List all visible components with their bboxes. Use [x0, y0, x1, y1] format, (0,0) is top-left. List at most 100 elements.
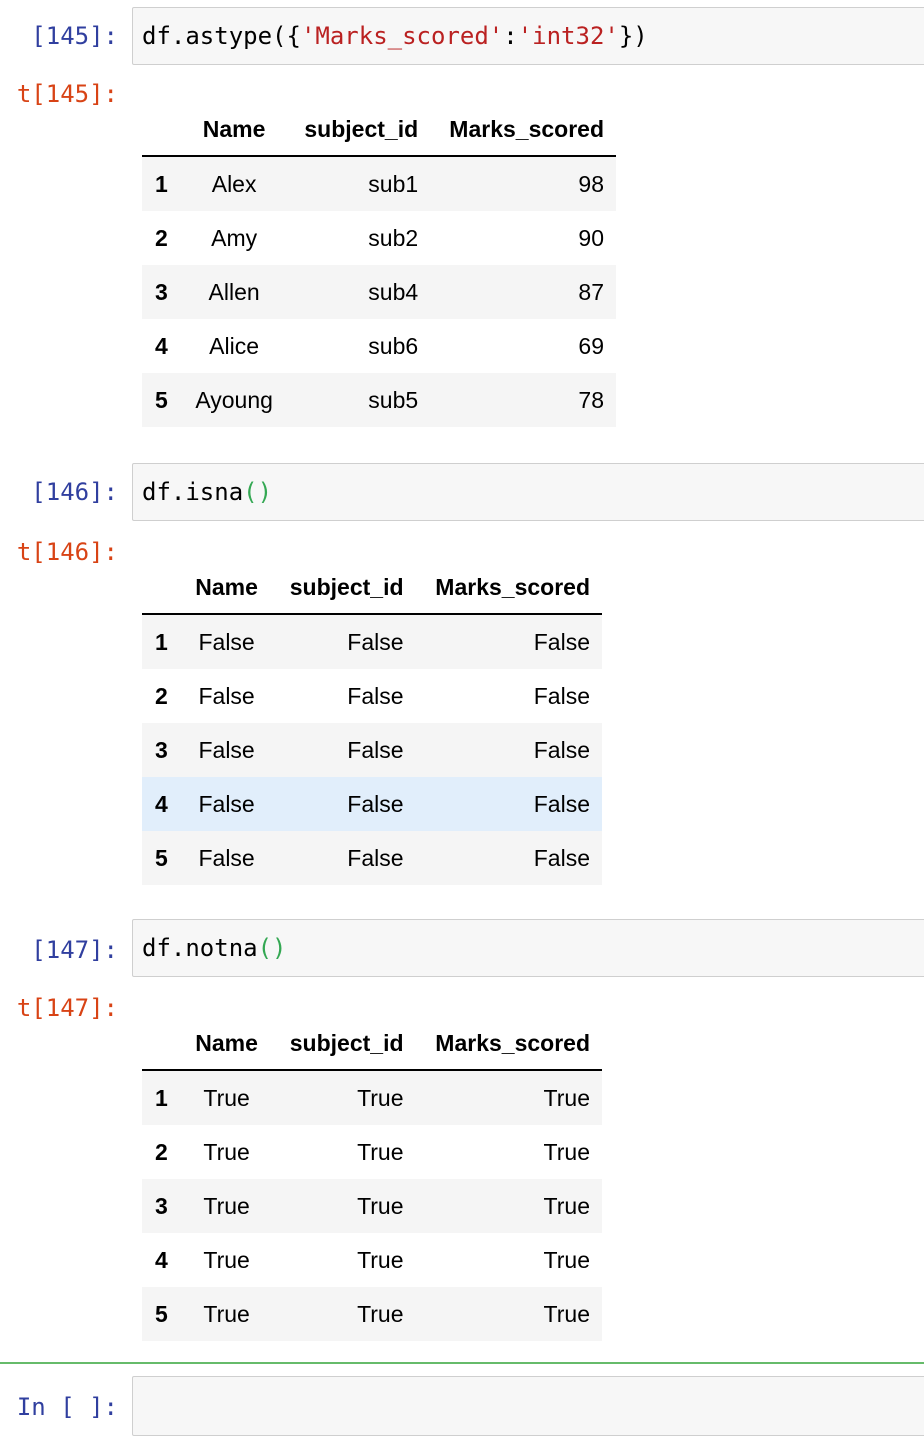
- table-cell: sub2: [368, 224, 419, 251]
- table-cell: True: [543, 1246, 590, 1273]
- table-cell: True: [357, 1246, 404, 1273]
- table-cell: False: [347, 736, 404, 763]
- table-row: 1 False False False: [142, 614, 602, 669]
- table-cell: True: [203, 1084, 250, 1111]
- table-row: 2 Amy sub2 90: [142, 211, 616, 265]
- code-token: df.isna: [142, 478, 244, 506]
- table-cell: Alice: [209, 332, 260, 359]
- table-cell: True: [357, 1138, 404, 1165]
- table-row: 4 Alice sub6 69: [142, 319, 616, 373]
- input-prompt-empty: In [ ]:: [16, 1393, 118, 1421]
- table-cell: 98: [578, 170, 604, 197]
- code-input-145[interactable]: df.astype({'Marks_scored':'int32'}): [132, 7, 924, 65]
- code-token: 'Marks_scored': [300, 22, 504, 50]
- code-token: df.astype({: [142, 22, 301, 50]
- column-header: Name: [181, 1017, 272, 1071]
- table-cell: False: [533, 736, 590, 763]
- input-prompt-146: [146]:: [31, 478, 118, 506]
- row-index: 3: [155, 278, 168, 305]
- table-cell: Amy: [211, 224, 258, 251]
- table-cell: False: [198, 790, 255, 817]
- table-cell: False: [198, 844, 255, 871]
- table-row: 4 True True True: [142, 1233, 602, 1287]
- column-header: Marks_scored: [415, 1017, 602, 1071]
- table-cell: True: [203, 1246, 250, 1273]
- code-token: 'int32': [517, 22, 619, 50]
- table-row: 3 True True True: [142, 1179, 602, 1233]
- code-token: }): [618, 22, 648, 50]
- table-cell: sub6: [368, 332, 419, 359]
- index-header: [142, 1017, 182, 1071]
- table-cell: False: [198, 682, 255, 709]
- table-header-row: Name subject_id Marks_scored: [142, 1017, 602, 1071]
- row-index: 3: [155, 1192, 168, 1219]
- table-cell: 69: [578, 332, 604, 359]
- table-cell: 87: [578, 278, 604, 305]
- row-index: 5: [155, 386, 168, 413]
- output-prompt-147: t[147]:: [16, 994, 118, 1022]
- table-header-row: Name subject_id Marks_scored: [142, 561, 602, 615]
- input-prompt-147: [147]:: [31, 936, 118, 964]
- table-cell: sub4: [368, 278, 419, 305]
- selected-cell-border: [0, 1362, 924, 1364]
- table-cell: False: [198, 628, 255, 655]
- dataframe-output-147: Name subject_id Marks_scored 1 True True True…: [142, 1017, 602, 1341]
- column-header: Marks_scored: [415, 561, 602, 615]
- row-index: 4: [155, 1246, 168, 1273]
- dataframe-output-146: Name subject_id Marks_scored 1 False False Fa…: [142, 561, 602, 885]
- column-header: subject_id: [271, 561, 416, 615]
- table-cell: True: [543, 1192, 590, 1219]
- input-prompt-145: [145]:: [31, 22, 118, 50]
- table-cell: True: [203, 1300, 250, 1327]
- code-input-empty[interactable]: [132, 1376, 924, 1436]
- table-cell: False: [198, 736, 255, 763]
- code-input-147[interactable]: df.notna(): [132, 919, 924, 977]
- column-header: subject_id: [271, 1017, 416, 1071]
- table-row: 1 True True True: [142, 1070, 602, 1125]
- column-header: Name: [181, 561, 272, 615]
- table-cell: 78: [578, 386, 604, 413]
- code-token: (): [243, 478, 273, 506]
- table-row: 2 False False False: [142, 669, 602, 723]
- row-index: 1: [155, 170, 168, 197]
- table-cell: True: [543, 1138, 590, 1165]
- index-header: [142, 561, 182, 615]
- row-index: 2: [155, 1138, 168, 1165]
- row-index: 4: [155, 790, 168, 817]
- table-cell: True: [357, 1300, 404, 1327]
- row-index: 5: [155, 1300, 168, 1327]
- table-cell: False: [347, 682, 404, 709]
- table-cell: True: [203, 1192, 250, 1219]
- table-cell: False: [533, 790, 590, 817]
- code-token: (): [257, 934, 287, 962]
- dataframe-output-145: Name subject_id Marks_scored 1 Alex sub1 98 2 A…: [142, 103, 616, 427]
- index-header: [142, 103, 182, 157]
- column-header: Marks_scored: [430, 103, 616, 157]
- table-cell: False: [533, 682, 590, 709]
- table-header-row: Name subject_id Marks_scored: [142, 103, 616, 157]
- output-prompt-145: t[145]:: [16, 80, 118, 108]
- code-token: df.notna: [142, 934, 258, 962]
- table-cell: True: [203, 1138, 250, 1165]
- row-index: 2: [155, 224, 168, 251]
- row-index: 5: [155, 844, 168, 871]
- row-index: 1: [155, 628, 168, 655]
- code-token: :: [503, 22, 518, 50]
- table-cell: True: [357, 1084, 404, 1111]
- row-index: 3: [155, 736, 168, 763]
- table-cell: False: [533, 628, 590, 655]
- table-cell: False: [533, 844, 590, 871]
- table-cell: False: [347, 790, 404, 817]
- table-cell: True: [543, 1300, 590, 1327]
- table-row: 2 True True True: [142, 1125, 602, 1179]
- table-row: 3 False False False: [142, 723, 602, 777]
- row-index: 2: [155, 682, 168, 709]
- table-cell: sub1: [368, 170, 419, 197]
- code-input-146[interactable]: df.isna(): [132, 463, 924, 521]
- table-cell: Alex: [211, 170, 257, 197]
- column-header: Name: [181, 103, 287, 157]
- table-cell: Ayoung: [195, 386, 273, 413]
- output-prompt-146: t[146]:: [16, 538, 118, 566]
- table-row: 5 Ayoung sub5 78: [142, 373, 616, 427]
- table-cell: True: [357, 1192, 404, 1219]
